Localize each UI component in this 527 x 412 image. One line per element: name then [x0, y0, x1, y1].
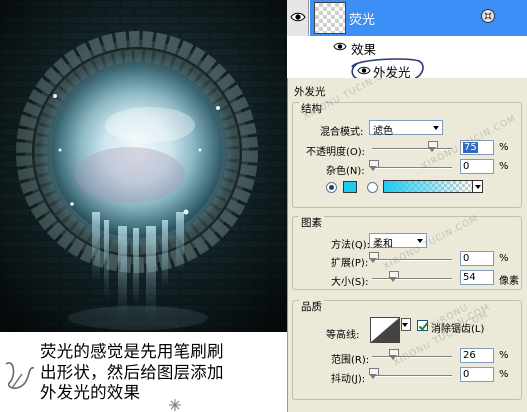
- chevron-down-icon[interactable]: [472, 181, 482, 192]
- anti-alias-checkbox[interactable]: [417, 320, 428, 331]
- noise-input[interactable]: 0: [460, 159, 494, 174]
- layer-visibility-toggle[interactable]: [287, 0, 309, 36]
- artwork-canvas: [0, 0, 287, 332]
- outer-glow-dialog: 外发光 结构 混合模式: 滤色 不透明度(O): 75 % 杂色(N): 0 %…: [287, 64, 527, 412]
- layer-name: 荧光: [349, 13, 376, 28]
- spread-input[interactable]: 0: [460, 251, 494, 266]
- blend-mode-select[interactable]: 滤色: [369, 120, 443, 137]
- jitter-slider-track[interactable]: [372, 375, 452, 377]
- opacity-label: 不透明度(O):: [306, 147, 366, 158]
- layer-row-fluorescence[interactable]: 荧光: [287, 0, 527, 36]
- noise-label: 杂色(N):: [326, 166, 365, 177]
- contour-preview-icon: [371, 318, 399, 342]
- chevron-down-icon: [400, 319, 410, 330]
- sparkle-doodle: [169, 399, 181, 411]
- caption-line-2: 出形状，然后给图层添加: [40, 362, 224, 382]
- noise-unit: %: [499, 161, 509, 172]
- solid-color-radio[interactable]: [326, 182, 337, 193]
- spread-slider-handle[interactable]: [369, 252, 379, 263]
- range-unit: %: [499, 350, 509, 361]
- opacity-slider-track[interactable]: [372, 148, 452, 150]
- dialog-section-title: 外发光: [294, 86, 326, 98]
- gradient-fill: [384, 181, 482, 192]
- spread-unit: %: [499, 253, 509, 264]
- effects-row[interactable]: 效果: [287, 37, 527, 57]
- method-value: 柔和: [373, 239, 393, 250]
- squiggle-decoration: [5, 362, 35, 389]
- jitter-unit: %: [499, 369, 509, 380]
- size-slider-track[interactable]: [372, 278, 452, 280]
- contour-dropdown[interactable]: [401, 318, 411, 331]
- effects-label: 效果: [351, 42, 377, 57]
- layer-effects-icon[interactable]: [480, 8, 496, 24]
- eye-icon: [290, 12, 306, 22]
- size-label: 大小(S):: [331, 277, 369, 288]
- layers-panel: 荧光 效果 外发光: [287, 0, 527, 86]
- jitter-slider-handle[interactable]: [369, 368, 379, 379]
- size-slider-handle[interactable]: [389, 271, 399, 282]
- eye-icon[interactable]: [357, 66, 371, 75]
- method-label: 方法(Q):: [331, 240, 371, 251]
- spread-label: 扩展(P):: [331, 258, 369, 269]
- blend-mode-value: 滤色: [373, 126, 393, 137]
- gradient-picker[interactable]: [383, 180, 483, 193]
- caption-line-1: 荧光的感觉是先用笔刷刷: [40, 342, 224, 361]
- jitter-label: 抖动(J):: [331, 374, 366, 385]
- range-input[interactable]: 26: [460, 348, 494, 363]
- noise-slider-track[interactable]: [372, 167, 452, 169]
- size-input[interactable]: 54: [460, 270, 494, 285]
- jitter-input[interactable]: 0: [460, 367, 494, 382]
- noise-slider-handle[interactable]: [369, 160, 379, 171]
- chevron-down-icon: [431, 122, 441, 133]
- caption-text: 荧光的感觉是先用笔刷刷 出形状，然后给图层添加 外发光的效果: [40, 342, 288, 404]
- spread-slider-track[interactable]: [372, 259, 452, 261]
- contour-picker[interactable]: [370, 317, 400, 343]
- range-label: 范围(R):: [331, 355, 370, 366]
- blend-mode-label: 混合模式:: [320, 127, 364, 138]
- eye-icon[interactable]: [333, 42, 347, 51]
- gradient-radio[interactable]: [367, 182, 378, 193]
- quality-group-title: 品质: [299, 299, 324, 314]
- elements-group-title: 图素: [299, 215, 324, 230]
- layer-thumbnail: [314, 2, 346, 34]
- caption-line-3: 外发光的效果: [40, 383, 141, 402]
- contour-label: 等高线:: [326, 330, 360, 341]
- glow-color-swatch[interactable]: [343, 181, 357, 193]
- opacity-unit: %: [499, 142, 509, 153]
- opacity-slider-handle[interactable]: [428, 141, 438, 152]
- glowing-portal-illustration: [0, 0, 287, 332]
